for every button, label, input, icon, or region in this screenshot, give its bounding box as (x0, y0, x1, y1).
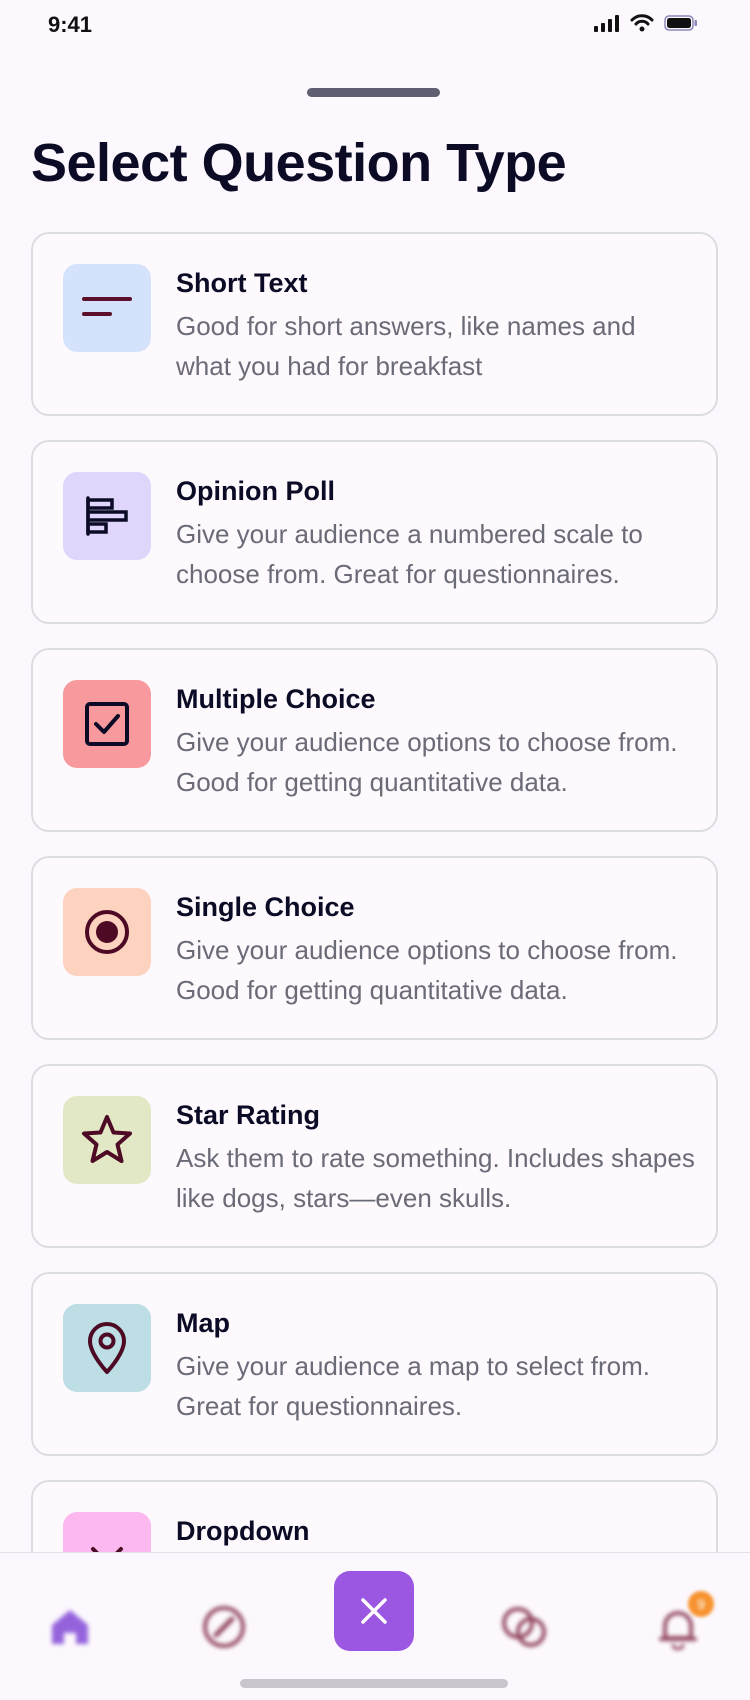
card-description: Ask them to rate something. Includes sha… (176, 1143, 695, 1213)
question-type-star-rating[interactable]: Star Rating Ask them to rate something. … (31, 1064, 718, 1248)
question-type-opinion-poll[interactable]: Opinion Poll Give your audience a number… (31, 440, 718, 624)
question-type-single-choice[interactable]: Single Choice Give your audience options… (31, 856, 718, 1040)
card-title: Single Choice (176, 892, 355, 922)
question-type-short-text[interactable]: Short Text Good for short answers, like … (31, 232, 718, 416)
status-time: 9:41 (48, 12, 93, 37)
card-description: Give your audience options to choose fro… (176, 727, 678, 797)
radio-icon (63, 888, 151, 976)
signal-icon (594, 15, 619, 32)
checkbox-icon (63, 680, 151, 768)
wifi-icon (630, 14, 654, 32)
notification-badge: 9 (688, 1591, 714, 1617)
close-button[interactable] (334, 1571, 414, 1651)
question-type-list[interactable]: Short Text Good for short answers, like … (31, 232, 718, 1552)
chevron-down-icon (63, 1512, 151, 1552)
map-pin-icon (63, 1304, 151, 1392)
card-title: Map (176, 1308, 230, 1338)
card-title: Star Rating (176, 1100, 321, 1130)
sheet-grabber[interactable] (307, 88, 440, 97)
short-text-icon (63, 264, 151, 352)
card-description: Good for short answers, like names and w… (176, 311, 636, 381)
tab-bar: 9 (0, 1552, 750, 1700)
tab-explore[interactable] (196, 1599, 252, 1655)
battery-icon (664, 15, 697, 31)
close-icon (361, 1598, 387, 1624)
card-title: Short Text (176, 268, 308, 298)
status-bar: 9:41 (0, 0, 750, 50)
question-type-map[interactable]: Map Give your audience a map to select f… (31, 1272, 718, 1456)
bar-chart-icon (63, 472, 151, 560)
home-indicator (240, 1679, 508, 1688)
chat-icon (502, 1607, 546, 1647)
star-icon (63, 1096, 151, 1184)
tab-notifications[interactable]: 9 (650, 1591, 714, 1655)
question-type-multiple-choice[interactable]: Multiple Choice Give your audience optio… (31, 648, 718, 832)
card-title: Opinion Poll (176, 476, 335, 506)
question-type-dropdown[interactable]: Dropdown (31, 1480, 718, 1552)
home-icon (52, 1610, 88, 1644)
card-description: Give your audience a map to select from.… (176, 1351, 651, 1421)
tab-messages[interactable] (496, 1599, 552, 1655)
status-icons (594, 14, 698, 32)
card-title: Multiple Choice (176, 684, 376, 714)
compass-icon (203, 1606, 245, 1648)
page-title: Select Question Type (31, 133, 567, 193)
card-description: Give your audience options to choose fro… (176, 935, 678, 1005)
card-title: Dropdown (176, 1516, 310, 1546)
tab-home[interactable] (42, 1599, 98, 1655)
card-description: Give your audience a numbered scale to c… (176, 519, 643, 589)
